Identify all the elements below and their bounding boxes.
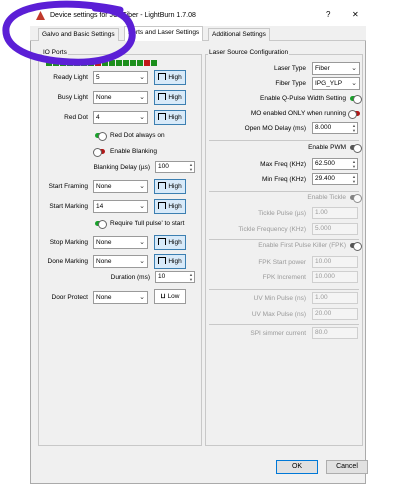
annotation-circle: [2, 0, 136, 66]
